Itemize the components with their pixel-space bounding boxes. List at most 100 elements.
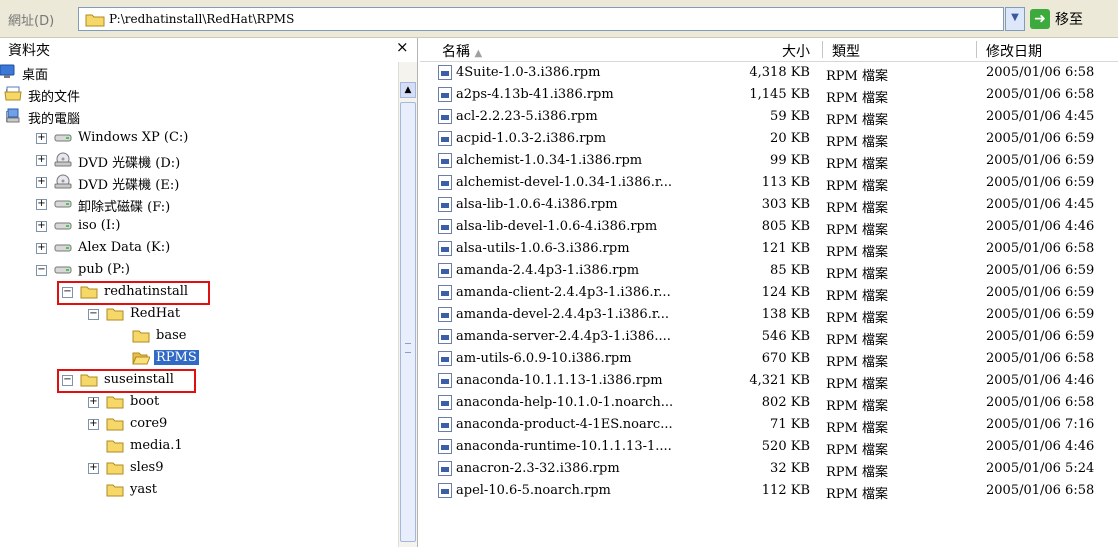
my-computer-icon	[6, 108, 20, 123]
file-row[interactable]: apel-10.6-5.noarch.rpm 112 KB RPM 檔案 2005/0…	[420, 480, 1118, 502]
tree-node-label: RedHat	[130, 306, 181, 321]
drive-icon	[54, 244, 72, 252]
file-modified-date: 2005/01/06 6:58	[986, 483, 1095, 498]
file-type: RPM 檔案	[826, 333, 888, 348]
file-name: a2ps-4.13b-41.i386.rpm	[456, 87, 614, 102]
file-row[interactable]: anaconda-product-4-1ES.noarc... 71 KB RPM …	[420, 414, 1118, 436]
tree-node-label: base	[156, 328, 187, 343]
file-name: acl-2.2.23-5.i386.rpm	[456, 109, 598, 124]
file-row[interactable]: amanda-client-2.4.4p3-1.i386.r... 124 KB R…	[420, 282, 1118, 304]
address-dropdown-button[interactable]: ▼	[1005, 7, 1025, 31]
file-name: amanda-devel-2.4.4p3-1.i386.r...	[456, 307, 670, 322]
rpm-file-icon	[438, 307, 452, 322]
expand-icon[interactable]: +	[36, 221, 47, 232]
file-size: 85 KB	[770, 263, 810, 278]
scroll-up-button[interactable]: ▲	[400, 82, 416, 98]
file-modified-date: 2005/01/06 6:59	[986, 263, 1095, 278]
tree-node-label: Alex Data (K:)	[78, 240, 171, 255]
close-icon[interactable]: ×	[396, 38, 409, 56]
rpm-file-icon	[438, 373, 452, 388]
file-size: 4,321 KB	[749, 373, 810, 388]
address-input[interactable]: P:\redhatinstall\RedHat\RPMS	[78, 7, 1004, 31]
file-name: anaconda-10.1.1.13-1.i386.rpm	[456, 373, 663, 388]
file-type: RPM 檔案	[826, 245, 888, 260]
file-size: 138 KB	[761, 307, 810, 322]
column-header-modified[interactable]: 修改日期	[986, 41, 1042, 61]
tree-node-label: pub (P:)	[78, 262, 130, 277]
collapse-icon[interactable]: −	[88, 309, 99, 320]
rpm-file-icon	[438, 461, 452, 476]
file-row[interactable]: acl-2.2.23-5.i386.rpm 59 KB RPM 檔案 2005/01/…	[420, 106, 1118, 128]
file-size: 670 KB	[761, 351, 810, 366]
file-row[interactable]: acpid-1.0.3-2.i386.rpm 20 KB RPM 檔案 2005/01…	[420, 128, 1118, 150]
folder-tree-scrollbar[interactable]: ▲	[398, 62, 417, 547]
expand-icon[interactable]: +	[88, 463, 99, 474]
file-row[interactable]: am-utils-6.0.9-10.i386.rpm 670 KB RPM 檔案 20…	[420, 348, 1118, 370]
file-name: amanda-server-2.4.4p3-1.i386....	[456, 329, 671, 344]
folder-icon	[106, 462, 124, 475]
collapse-icon[interactable]: −	[36, 265, 47, 276]
folder-tree-pane: 資料夾 × 桌面 + 我的文件 − 我的電腦 + Windows XP (C:) + DVD 光…	[0, 38, 418, 547]
file-row[interactable]: alsa-utils-1.0.6-3.i386.rpm 121 KB RPM 檔案 2…	[420, 238, 1118, 260]
file-modified-date: 2005/01/06 6:58	[986, 87, 1095, 102]
file-row[interactable]: anaconda-help-10.1.0-1.noarch... 802 KB RP…	[420, 392, 1118, 414]
expand-icon[interactable]: +	[88, 419, 99, 430]
rpm-file-icon	[438, 197, 452, 212]
expand-icon[interactable]: +	[88, 397, 99, 408]
tree-node-label: iso (I:)	[78, 218, 121, 233]
go-arrow-icon: ➜	[1030, 9, 1050, 29]
file-row[interactable]: anaconda-10.1.1.13-1.i386.rpm 4,321 KB RPM…	[420, 370, 1118, 392]
rpm-file-icon	[438, 439, 452, 454]
sort-ascending-icon: ▲	[474, 48, 483, 59]
file-modified-date: 2005/01/06 4:46	[986, 219, 1095, 234]
expand-icon[interactable]: +	[36, 177, 47, 188]
file-row[interactable]: 4Suite-1.0-3.i386.rpm 4,318 KB RPM 檔案 2005/…	[420, 62, 1118, 84]
file-size: 112 KB	[761, 483, 810, 498]
expand-icon[interactable]: +	[36, 155, 47, 166]
tree-node-label: DVD 光碟機 (E:)	[78, 178, 180, 193]
file-row[interactable]: anaconda-runtime-10.1.1.13-1.... 520 KB RP…	[420, 436, 1118, 458]
folder-icon	[106, 484, 124, 497]
folder-tree: 桌面 + 我的文件 − 我的電腦 + Windows XP (C:) + DVD 光碟機 (D:…	[0, 62, 396, 547]
rpm-file-icon	[438, 351, 452, 366]
folder-icon	[85, 14, 105, 27]
file-row[interactable]: alsa-lib-1.0.6-4.i386.rpm 303 KB RPM 檔案 200…	[420, 194, 1118, 216]
scroll-thumb[interactable]	[400, 102, 416, 542]
folder-icon	[106, 440, 124, 453]
file-type: RPM 檔案	[826, 113, 888, 128]
expand-icon[interactable]: +	[36, 133, 47, 144]
folder-pane-title: 資料夾	[8, 43, 50, 59]
dvd-drive-icon	[54, 152, 72, 167]
file-row[interactable]: anacron-2.3-32.i386.rpm 32 KB RPM 檔案 2005/0…	[420, 458, 1118, 480]
rpm-file-icon	[438, 87, 452, 102]
file-row[interactable]: alchemist-1.0.34-1.i386.rpm 99 KB RPM 檔案 20…	[420, 150, 1118, 172]
column-header-size[interactable]: 大小	[782, 41, 810, 61]
tree-node-label: 我的電腦	[28, 112, 81, 127]
file-row[interactable]: a2ps-4.13b-41.i386.rpm 1,145 KB RPM 檔案 2005…	[420, 84, 1118, 106]
file-modified-date: 2005/01/06 6:58	[986, 241, 1095, 256]
file-name: amanda-client-2.4.4p3-1.i386.r...	[456, 285, 671, 300]
file-size: 71 KB	[770, 417, 810, 432]
my-documents-icon	[4, 86, 22, 101]
file-modified-date: 2005/01/06 5:24	[986, 461, 1095, 476]
file-row[interactable]: amanda-2.4.4p3-1.i386.rpm 85 KB RPM 檔案 2005…	[420, 260, 1118, 282]
rpm-file-icon	[438, 329, 452, 344]
file-type: RPM 檔案	[826, 201, 888, 216]
folder-pane-header: 資料夾 ×	[0, 38, 418, 60]
file-type: RPM 檔案	[826, 91, 888, 106]
file-row[interactable]: alsa-lib-devel-1.0.6-4.i386.rpm 805 KB RPM…	[420, 216, 1118, 238]
file-type: RPM 檔案	[826, 399, 888, 414]
tree-node-label: boot	[130, 394, 160, 409]
expand-icon[interactable]: +	[36, 243, 47, 254]
file-size: 1,145 KB	[749, 87, 810, 102]
file-row[interactable]: amanda-devel-2.4.4p3-1.i386.r... 138 KB RP…	[420, 304, 1118, 326]
file-row[interactable]: amanda-server-2.4.4p3-1.i386.... 546 KB RP…	[420, 326, 1118, 348]
file-type: RPM 檔案	[826, 443, 888, 458]
file-row[interactable]: alchemist-devel-1.0.34-1.i386.r... 113 KB…	[420, 172, 1118, 194]
tree-node-label: 桌面	[22, 68, 49, 83]
column-header-name[interactable]: 名稱 ▲	[442, 41, 482, 61]
file-name: anaconda-product-4-1ES.noarc...	[456, 417, 673, 432]
file-modified-date: 2005/01/06 4:45	[986, 197, 1095, 212]
column-header-type[interactable]: 類型	[832, 41, 860, 61]
expand-icon[interactable]: +	[36, 199, 47, 210]
